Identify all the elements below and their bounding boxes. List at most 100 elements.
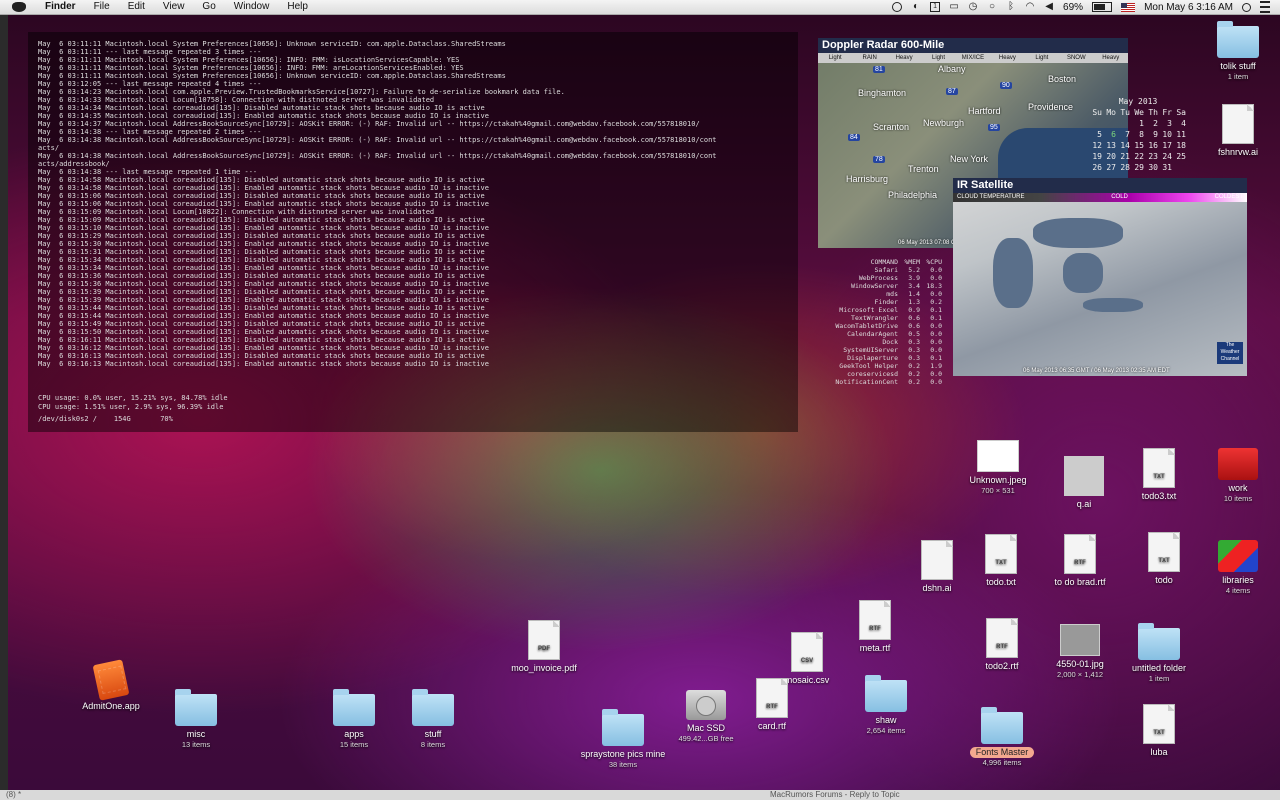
desktop-folder-libraries[interactable]: libraries 4 items (1193, 540, 1280, 595)
process-cell: GeekTool Helper (839, 362, 898, 370)
menu-window[interactable]: Window (225, 0, 279, 14)
menu-help[interactable]: Help (278, 0, 317, 14)
legend-rain: RAIN (862, 55, 877, 61)
desktop-file-card[interactable]: RTF card.rtf (727, 678, 817, 732)
calendar-day: 20 (1106, 152, 1116, 161)
icon-label: to do brad.rtf (1054, 577, 1106, 587)
satellite-title: IR Satellite (953, 178, 1247, 193)
cpu-usage-1: CPU usage: 0.0% user, 15.21% sys, 84.78%… (38, 394, 228, 402)
bottom-window-title[interactable]: MacRumors Forums - Reply to Topic (770, 790, 900, 800)
bluetooth-icon[interactable]: ᛒ (1006, 2, 1016, 12)
menu-go[interactable]: Go (193, 0, 224, 14)
desktop-file-moo-invoice[interactable]: PDF moo_invoice.pdf (499, 620, 589, 674)
gauge-icon[interactable]: ◐ (911, 2, 921, 12)
desktop-folder-spraystone[interactable]: spraystone pics mine 38 items (578, 709, 668, 769)
console-line: May 6 03:15:06 Macintosh.local coreaudio… (38, 192, 485, 200)
desktop-file-fshnrvw[interactable]: fshnrvw.ai (1193, 104, 1280, 158)
desktop-file-todo2[interactable]: RTF todo2.rtf (957, 618, 1047, 672)
process-row: GeekTool Helper 0.2 1.9 (818, 362, 958, 370)
calendar-day: 11 (1176, 130, 1186, 139)
legend-heavy-2: Heavy (998, 55, 1016, 61)
menu-edit[interactable]: Edit (119, 0, 154, 14)
rtf-document-icon: RTF (859, 600, 891, 640)
volume-icon[interactable]: ◀ (1044, 2, 1054, 12)
process-cell: Microsoft Excel (839, 306, 898, 314)
desktop-file-todo-txt[interactable]: TXT todo.txt (956, 534, 1046, 588)
icon-label: moo_invoice.pdf (511, 663, 577, 673)
console-line: May 6 03:15:09 Macintosh.local Locum[108… (38, 208, 435, 216)
process-cell: 1.4 (908, 290, 920, 298)
image-thumbnail-icon (1060, 624, 1100, 656)
cpu-usage-2: CPU usage: 1.51% user, 2.9% sys, 96.39% … (38, 403, 224, 411)
calendar-day: 13 (1106, 141, 1116, 150)
display-icon[interactable]: ▭ (949, 2, 959, 12)
half-circle-icon[interactable] (892, 2, 903, 12)
desktop-folder-apps[interactable]: apps 15 items (309, 689, 399, 749)
radar-legend: Light RAIN Heavy Light MIX/ICE Heavy Lig… (818, 53, 1128, 63)
file-type-tag: RTF (869, 626, 881, 632)
rtf-document-icon: RTF (986, 618, 1018, 658)
us-flag-icon[interactable] (1121, 2, 1136, 12)
desktop-file-unknown-jpeg[interactable]: Unknown.jpeg 700 × 531 (953, 440, 1043, 495)
cloud-temperature-scale: CLOUD TEMPERATURE COLD COLDEST (953, 193, 1247, 202)
city-binghamton: Binghamton (858, 88, 907, 98)
process-row: CalendarAgent 0.5 0.0 (818, 330, 958, 338)
timemachine-icon[interactable]: ◷ (968, 2, 978, 12)
highway-84: 84 (848, 134, 860, 141)
desktop-file-todo-brad[interactable]: RTF to do brad.rtf (1035, 534, 1125, 588)
process-row: NotificationCent 0.2 0.0 (818, 378, 958, 386)
calendar-day (1102, 118, 1116, 129)
desktop-folder-stuff[interactable]: stuff 8 items (388, 689, 478, 749)
process-cell: CalendarAgent (847, 330, 898, 338)
desktop-folder-tolik-stuff[interactable]: tolik stuff 1 item (1193, 21, 1280, 81)
city-providence: Providence (1028, 102, 1074, 112)
calendar-day: 26 (1092, 163, 1102, 172)
process-cell: 0.2 (908, 378, 920, 386)
process-header-cell: %CPU (926, 258, 942, 266)
city-hartford: Hartford (968, 106, 1001, 116)
bottom-window-edge: (8) * MacRumors Forums - Reply to Topic (0, 790, 1280, 800)
text-document-icon: TXT (1148, 532, 1180, 572)
desktop-folder-fonts-master[interactable]: Fonts Master 4,996 items (957, 707, 1047, 767)
battery-icon[interactable] (1092, 2, 1113, 12)
desktop-folder-untitled[interactable]: untitled folder 1 item (1114, 623, 1204, 683)
ai-document-icon (921, 540, 953, 580)
desktop-file-luba[interactable]: TXT luba (1114, 704, 1204, 758)
menu-view[interactable]: View (154, 0, 194, 14)
console-line: May 6 03:16:13 Macintosh.local coreaudio… (38, 352, 485, 360)
status-box-icon[interactable]: 1 (930, 2, 941, 12)
calendar-week-row: 19 20 21 22 23 24 25 (1088, 151, 1188, 162)
console-line: May 6 03:15:36 Macintosh.local coreaudio… (38, 280, 489, 288)
desktop-folder-misc[interactable]: misc 13 items (151, 689, 241, 749)
desktop-file-todo3[interactable]: TXT todo3.txt (1114, 448, 1204, 502)
process-row: WindowServer 3.4 18.3 (818, 282, 958, 290)
menu-file[interactable]: File (85, 0, 119, 14)
desktop-folder-work[interactable]: work 10 items (1193, 448, 1280, 503)
lake-erie (1083, 298, 1143, 312)
desktop-folder-shaw[interactable]: shaw 2,654 items (841, 675, 931, 735)
process-row: Displaperture 0.3 0.1 (818, 354, 958, 362)
process-row: Microsoft Excel 0.9 0.1 (818, 306, 958, 314)
wifi-icon[interactable]: ◠ (1025, 2, 1035, 12)
chat-bubble-icon[interactable]: ○ (987, 2, 997, 12)
battery-percent[interactable]: 69% (1063, 2, 1083, 13)
scale-cold: COLD (1111, 194, 1128, 200)
calendar-weekday: Tu (1120, 108, 1130, 117)
process-cell: 0.6 (908, 314, 920, 322)
console-line: May 6 03:14:33 Macintosh.local Locum[107… (38, 96, 435, 104)
console-line: May 6 03:15:39 Macintosh.local coreaudio… (38, 296, 489, 304)
notification-center-icon[interactable] (1260, 1, 1270, 13)
desktop-file-4550-01[interactable]: 4550-01.jpg 2,000 × 1,412 (1035, 624, 1125, 679)
apple-menu-icon[interactable] (12, 2, 26, 12)
menu-app-finder[interactable]: Finder (36, 0, 85, 14)
system-stats: CPU usage: 0.0% user, 15.21% sys, 84.78%… (38, 394, 228, 424)
process-cell: 1.9 (930, 362, 942, 370)
process-cell: Displaperture (847, 354, 898, 362)
console-line: May 6 03:14:38 Macintosh.local AddressBo… (38, 152, 717, 160)
spotlight-search-icon[interactable] (1242, 2, 1251, 12)
desktop-app-admitone[interactable]: AdmitOne.app (66, 659, 156, 712)
menu-clock[interactable]: Mon May 6 3:16 AM (1144, 2, 1233, 13)
legend-mix: MIX/ICE (961, 55, 985, 61)
folder-icon (412, 689, 454, 726)
icon-sublabel: 38 items (608, 760, 638, 769)
